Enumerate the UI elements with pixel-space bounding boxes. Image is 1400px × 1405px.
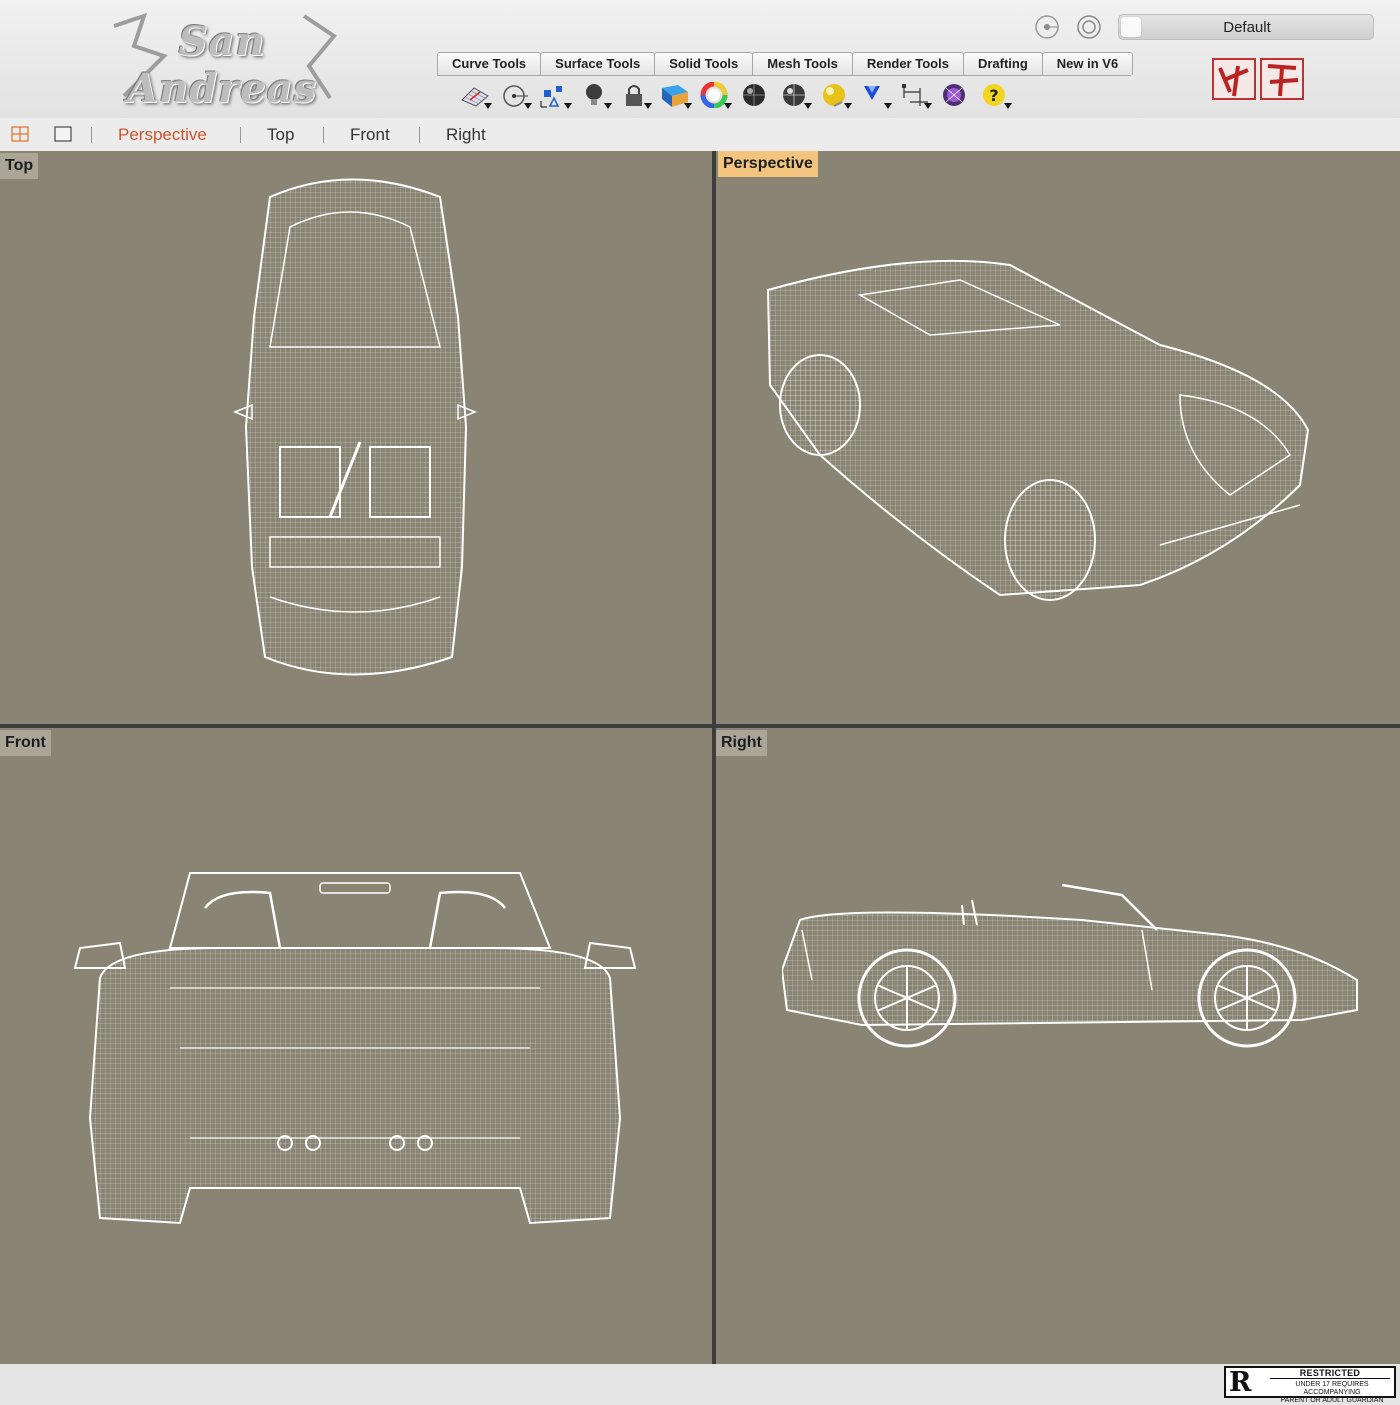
tab-solid-tools[interactable]: Solid Tools [654, 52, 754, 75]
rating-line-1: UNDER 17 REQUIRES ACCOMPANYING [1295, 1381, 1369, 1396]
render-sphere-icon[interactable] [818, 80, 858, 112]
divider [419, 127, 420, 143]
sphere-ghosted-icon[interactable] [778, 80, 818, 112]
transform-points-icon[interactable] [538, 80, 578, 112]
tabs-divider [437, 75, 1131, 76]
viewport-splitter-horizontal[interactable] [0, 724, 1400, 728]
viewport-label-front: Front [0, 730, 51, 756]
viewport-splitter-vertical[interactable] [712, 151, 716, 1364]
select-filter-icon[interactable] [858, 80, 898, 112]
toolbar: ? [458, 80, 1018, 112]
viewport-top[interactable]: Top [0, 151, 712, 724]
status-bar [0, 1364, 1400, 1400]
single-viewport-icon[interactable] [54, 126, 72, 142]
car-wireframe-top [233, 178, 477, 676]
viewport-label-right: Right [716, 730, 767, 756]
preset-dropdown[interactable]: Default [1118, 14, 1374, 40]
rating-heading: RESTRICTED [1270, 1368, 1390, 1379]
rating-text: UNDER 17 REQUIRES ACCOMPANYING PARENT OR… [1270, 1381, 1394, 1405]
tab-mesh-tools[interactable]: Mesh Tools [752, 52, 853, 75]
tab-new-in-v6[interactable]: New in V6 [1041, 52, 1134, 75]
rating-letter: R [1229, 1367, 1252, 1398]
tab-right[interactable]: Right [446, 125, 486, 145]
four-viewports-icon[interactable] [11, 126, 29, 142]
viewport-right[interactable]: Right [716, 728, 1400, 1364]
svg-text:?: ? [989, 86, 998, 105]
viewport-front[interactable]: Front [0, 728, 712, 1364]
surface-icon[interactable] [658, 80, 698, 112]
light-bulb-icon[interactable] [578, 80, 618, 112]
tab-front[interactable]: Front [350, 125, 390, 145]
rating-badge: R RESTRICTED UNDER 17 REQUIRES ACCOMPANY… [1224, 1366, 1396, 1404]
car-wireframe-right [782, 883, 1358, 1048]
construction-plane-icon[interactable] [458, 80, 498, 112]
logo-text: San Andreas [126, 18, 318, 112]
rating-line-2: PARENT OR ADULT GUARDIAN [1280, 1397, 1384, 1404]
color-wheel-icon[interactable] [698, 80, 738, 112]
viewport-tabbar: Perspective Top Front Right [0, 118, 1400, 152]
record-history-icon[interactable] [1034, 14, 1060, 40]
environment-icon[interactable] [938, 80, 978, 112]
car-wireframe-perspective [766, 259, 1310, 601]
viewport-label-top: Top [0, 153, 39, 179]
tab-top[interactable]: Top [267, 125, 294, 145]
divider [91, 127, 92, 143]
target-icon[interactable] [1076, 14, 1102, 40]
viewport-perspective[interactable]: Perspective [716, 151, 1400, 724]
tab-drafting[interactable]: Drafting [962, 52, 1043, 75]
circle-point-icon[interactable] [498, 80, 538, 112]
sphere-shaded-icon[interactable] [738, 80, 778, 112]
tab-curve-tools[interactable]: Curve Tools [437, 52, 542, 75]
car-wireframe-front [73, 872, 637, 1225]
tab-render-tools[interactable]: Render Tools [851, 52, 964, 75]
tab-perspective[interactable]: Perspective [118, 125, 207, 145]
divider [240, 127, 241, 143]
divider [323, 127, 324, 143]
tool-tabs: Curve Tools Surface Tools Solid Tools Me… [437, 52, 1134, 76]
app-header: San Andreas Curve Tools Surface Tools So… [0, 0, 1400, 119]
help-icon[interactable]: ? [978, 80, 1018, 112]
dimension-icon[interactable] [898, 80, 938, 112]
viewport-label-perspective: Perspective [718, 151, 818, 177]
tab-surface-tools[interactable]: Surface Tools [540, 52, 656, 75]
seal-stamp-icon [1212, 58, 1304, 100]
lock-icon[interactable] [618, 80, 658, 112]
preset-value: Default [1223, 19, 1271, 36]
